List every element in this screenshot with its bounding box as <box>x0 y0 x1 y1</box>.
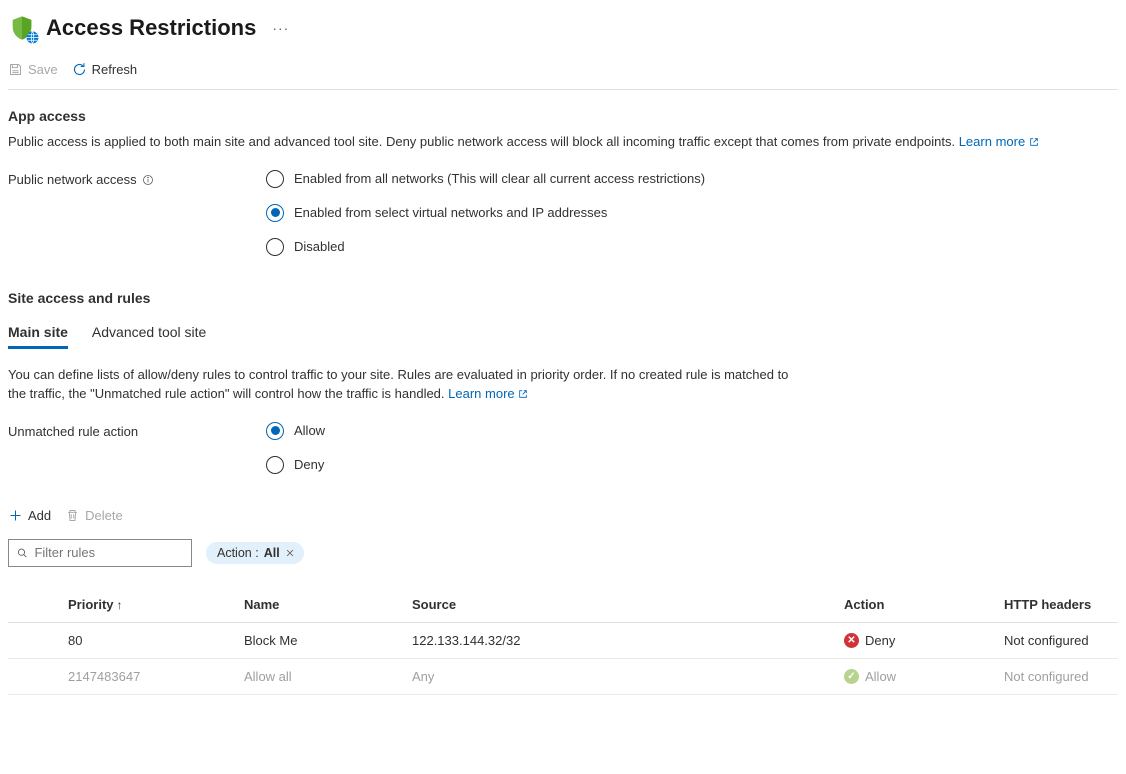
filter-rules-input[interactable] <box>34 545 184 560</box>
radio-label: Deny <box>294 457 324 472</box>
save-label: Save <box>28 62 58 77</box>
filter-row: Action : All <box>8 539 1118 567</box>
site-tabs: Main site Advanced tool site <box>8 318 1118 349</box>
unmatched-rule-label: Unmatched rule action <box>8 422 266 490</box>
cell-action: ✓ Allow <box>836 658 996 694</box>
tab-advanced-tool-site[interactable]: Advanced tool site <box>92 318 206 349</box>
col-action[interactable]: Action <box>836 587 996 623</box>
radio-indicator <box>266 456 284 474</box>
page-header: Access Restrictions ··· <box>8 8 1118 42</box>
app-access-learn-more-link[interactable]: Learn more <box>959 134 1039 149</box>
cell-action: ✕ Deny <box>836 622 996 658</box>
app-access-heading: App access <box>8 108 1118 124</box>
filter-action-pill[interactable]: Action : All <box>206 542 304 564</box>
add-label: Add <box>28 508 51 523</box>
page-title: Access Restrictions <box>46 15 256 41</box>
site-access-learn-more-link[interactable]: Learn more <box>448 386 528 401</box>
table-row[interactable]: 2147483647 Allow all Any ✓ Allow Not con… <box>8 658 1118 694</box>
app-access-section: App access Public access is applied to b… <box>8 108 1118 272</box>
radio-label: Enabled from all networks (This will cle… <box>294 171 705 186</box>
app-access-description: Public access is applied to both main si… <box>8 132 1118 152</box>
toolbar: Save Refresh <box>8 62 1118 90</box>
radio-label: Allow <box>294 423 325 438</box>
col-source[interactable]: Source <box>404 587 836 623</box>
col-priority[interactable]: Priority↑ <box>8 587 236 623</box>
site-access-description: You can define lists of allow/deny rules… <box>8 365 808 404</box>
save-button[interactable]: Save <box>8 62 58 77</box>
sort-ascending-icon: ↑ <box>117 598 123 612</box>
rules-table: Priority↑ Name Source Action HTTP header… <box>8 587 1118 695</box>
save-icon <box>8 62 23 77</box>
radio-indicator <box>266 238 284 256</box>
table-header-row: Priority↑ Name Source Action HTTP header… <box>8 587 1118 623</box>
cell-http-headers: Not configured <box>996 622 1118 658</box>
filter-pill-prefix: Action : <box>217 546 259 560</box>
delete-label: Delete <box>85 508 123 523</box>
radio-indicator <box>266 170 284 188</box>
deny-icon: ✕ <box>844 633 859 648</box>
radio-unmatched-allow[interactable]: Allow <box>266 422 1118 440</box>
cell-priority: 2147483647 <box>8 658 236 694</box>
refresh-label: Refresh <box>92 62 138 77</box>
public-network-access-field: Public network access Enabled from all n… <box>8 170 1118 272</box>
cell-priority: 80 <box>8 622 236 658</box>
radio-unmatched-deny[interactable]: Deny <box>266 456 1118 474</box>
cell-source: Any <box>404 658 836 694</box>
cell-name: Allow all <box>236 658 404 694</box>
public-network-access-label: Public network access <box>8 170 266 272</box>
refresh-button[interactable]: Refresh <box>72 62 138 77</box>
delete-rule-button[interactable]: Delete <box>65 508 123 523</box>
add-rule-button[interactable]: Add <box>8 508 51 523</box>
tab-main-site[interactable]: Main site <box>8 318 68 349</box>
radio-label: Enabled from select virtual networks and… <box>294 205 607 220</box>
radio-label: Disabled <box>294 239 345 254</box>
radio-enabled-all-networks[interactable]: Enabled from all networks (This will cle… <box>266 170 1118 188</box>
cell-name: Block Me <box>236 622 404 658</box>
more-actions-button[interactable]: ··· <box>266 20 295 36</box>
allow-icon: ✓ <box>844 669 859 684</box>
shield-icon <box>8 14 36 42</box>
close-icon[interactable] <box>285 548 295 558</box>
public-network-access-options: Enabled from all networks (This will cle… <box>266 170 1118 272</box>
info-icon[interactable] <box>142 174 154 186</box>
cell-http-headers: Not configured <box>996 658 1118 694</box>
radio-indicator <box>266 204 284 222</box>
unmatched-rule-options: Allow Deny <box>266 422 1118 490</box>
radio-indicator <box>266 422 284 440</box>
site-access-section: Site access and rules Main site Advanced… <box>8 290 1118 695</box>
filter-rules-input-wrap <box>8 539 192 567</box>
external-link-icon <box>518 389 528 399</box>
radio-disabled[interactable]: Disabled <box>266 238 1118 256</box>
plus-icon <box>8 508 23 523</box>
external-link-icon <box>1029 137 1039 147</box>
refresh-icon <box>72 62 87 77</box>
cell-source: 122.133.144.32/32 <box>404 622 836 658</box>
radio-enabled-select-networks[interactable]: Enabled from select virtual networks and… <box>266 204 1118 222</box>
table-row[interactable]: 80 Block Me 122.133.144.32/32 ✕ Deny Not… <box>8 622 1118 658</box>
rules-action-bar: Add Delete <box>8 508 1118 523</box>
col-name[interactable]: Name <box>236 587 404 623</box>
filter-pill-value: All <box>264 546 280 560</box>
site-access-heading: Site access and rules <box>8 290 1118 306</box>
col-http-headers[interactable]: HTTP headers <box>996 587 1118 623</box>
unmatched-rule-field: Unmatched rule action Allow Deny <box>8 422 1118 490</box>
search-icon <box>16 546 28 560</box>
trash-icon <box>65 508 80 523</box>
